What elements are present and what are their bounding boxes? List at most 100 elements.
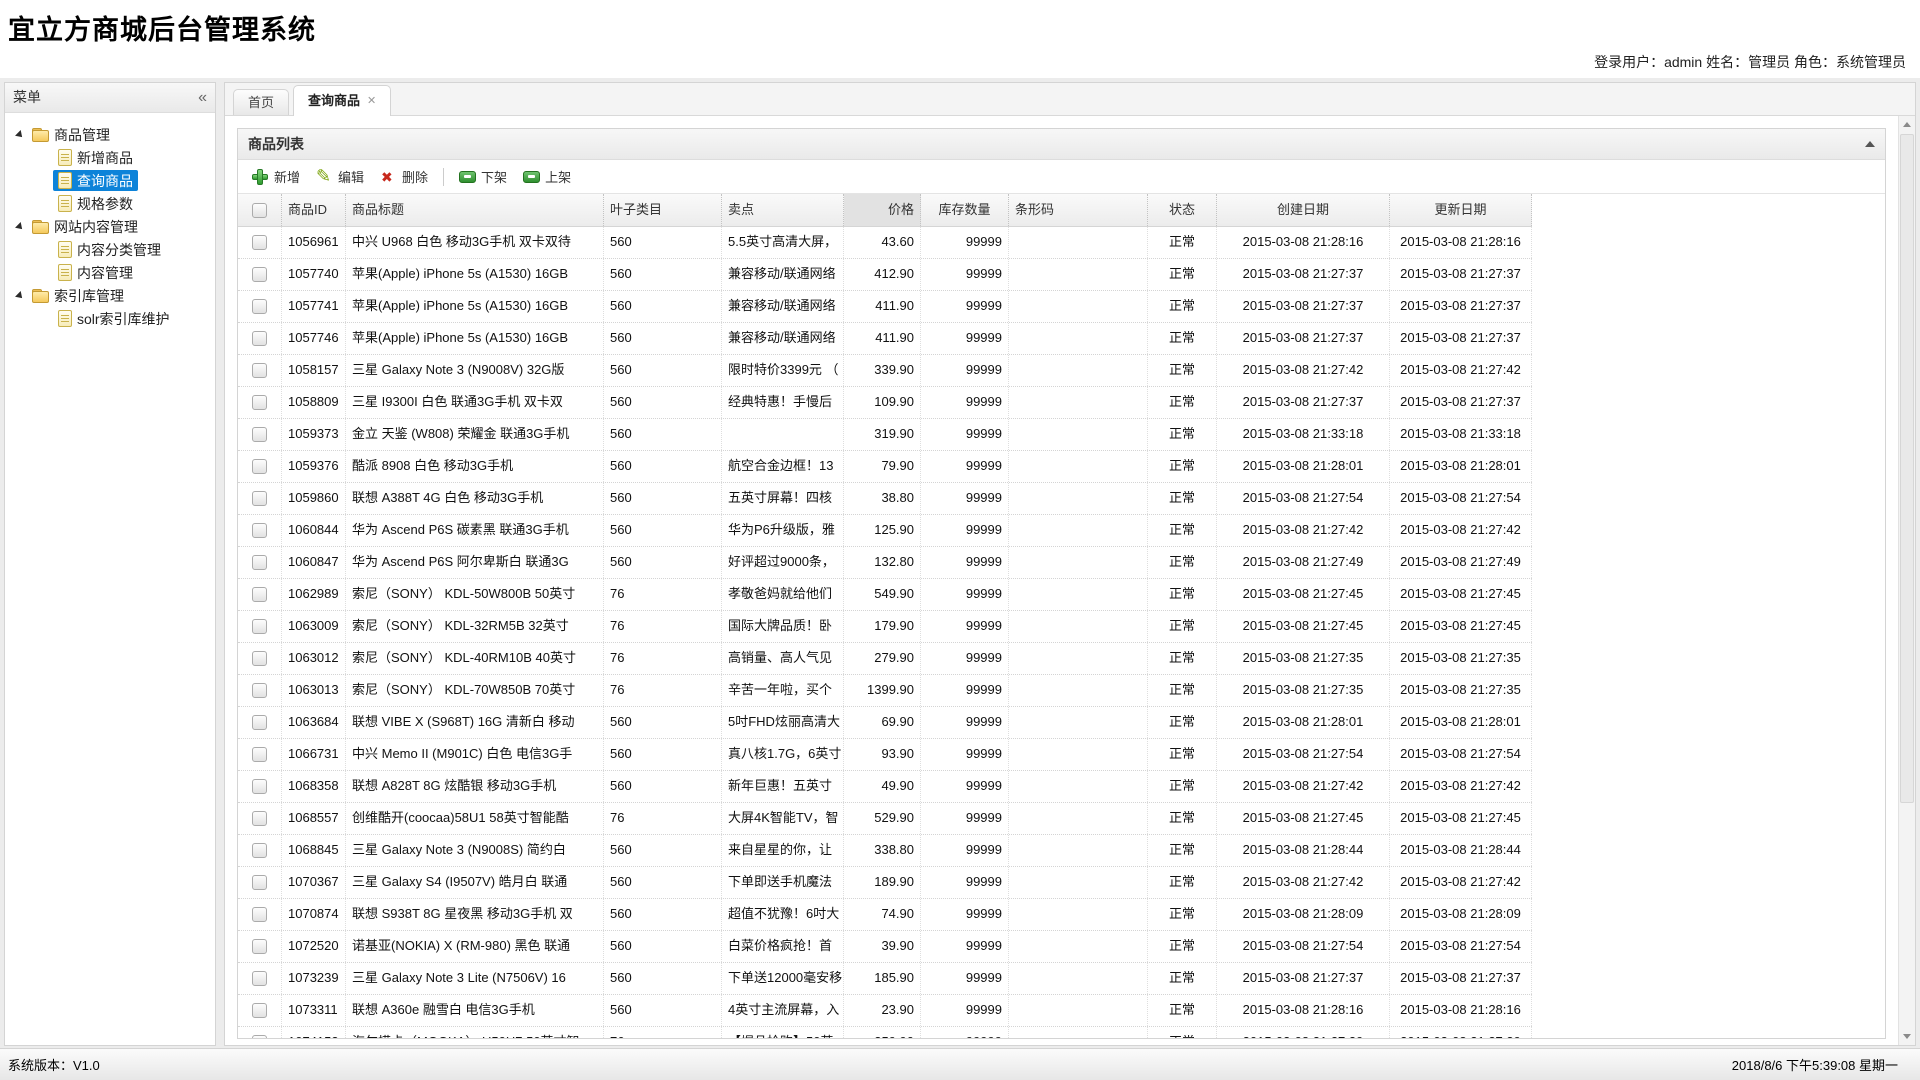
table-row[interactable]: 1068845三星 Galaxy Note 3 (N9008S) 简约白560来… [238,835,1532,867]
cell-stock: 99999 [921,931,1009,962]
edit-button[interactable]: 编辑 [308,164,372,189]
table-row[interactable]: 1057746苹果(Apple) iPhone 5s (A1530) 16GB5… [238,323,1532,355]
close-icon[interactable]: ✕ [367,96,376,107]
table-row[interactable]: 1056961中兴 U968 白色 移动3G手机 双卡双待5605.5英寸高清大… [238,227,1532,259]
scroll-down-button[interactable] [1899,1028,1915,1045]
system-version: 系统版本：V1.0 [8,1055,100,1074]
table-row[interactable]: 1059376酷派 8908 白色 移动3G手机560航空合金边框！1379.9… [238,451,1532,483]
table-row[interactable]: 1068358联想 A828T 8G 炫酷银 移动3G手机560新年巨惠！五英寸… [238,771,1532,803]
column-header-category[interactable]: 叶子类目 [604,194,722,226]
select-all-checkbox[interactable] [252,203,267,218]
row-checkbox[interactable] [252,747,267,762]
column-header-id[interactable]: 商品ID [282,194,346,226]
row-checkbox[interactable] [252,555,267,570]
scrollbar-thumb[interactable] [1900,134,1914,803]
row-checkbox[interactable] [252,619,267,634]
table-row[interactable]: 1057740苹果(Apple) iPhone 5s (A1530) 16GB5… [238,259,1532,291]
table-row[interactable]: 1059373金立 天鉴 (W808) 荣耀金 联通3G手机560319.909… [238,419,1532,451]
tree-node[interactable]: 网站内容管理 [13,215,213,238]
column-header-title[interactable]: 商品标题 [346,194,604,226]
delete-button[interactable]: 删除 [372,164,436,189]
row-checkbox[interactable] [252,235,267,250]
offline-button[interactable]: 下架 [451,164,515,189]
table-row[interactable]: 1072520诺基亚(NOKIA) X (RM-980) 黑色 联通560白菜价… [238,931,1532,963]
row-checkbox[interactable] [252,491,267,506]
table-row[interactable]: 1058157三星 Galaxy Note 3 (N9008V) 32G版560… [238,355,1532,387]
collapse-sidebar-icon[interactable]: « [198,83,207,112]
tree-expand-icon[interactable] [15,291,25,301]
row-checkbox[interactable] [252,331,267,346]
table-row[interactable]: 1062989索尼（SONY） KDL-50W800B 50英寸76孝敬爸妈就给… [238,579,1532,611]
tree-node[interactable]: 商品管理 [13,123,213,146]
tree-node[interactable]: 内容管理 [53,261,213,284]
table-row[interactable]: 1063013索尼（SONY） KDL-70W850B 70英寸76辛苦一年啦，… [238,675,1532,707]
row-checkbox[interactable] [252,875,267,890]
row-checkbox[interactable] [252,939,267,954]
scroll-up-button[interactable] [1899,116,1915,133]
table-row[interactable]: 1060847华为 Ascend P6S 阿尔卑斯白 联通3G560好评超过90… [238,547,1532,579]
column-header-price[interactable]: 价格 [844,194,921,226]
table-row[interactable]: 1066731中兴 Memo II (M901C) 白色 电信3G手560真八核… [238,739,1532,771]
cell-updated: 2015-03-08 21:27:37 [1390,291,1532,322]
table-row[interactable]: 1063009索尼（SONY） KDL-32RM5B 32英寸76国际大牌品质！… [238,611,1532,643]
row-checkbox[interactable] [252,1003,267,1018]
row-checkbox[interactable] [252,267,267,282]
row-checkbox[interactable] [252,1035,267,1038]
table-row[interactable]: 1070367三星 Galaxy S4 (I9507V) 皓月白 联通560下单… [238,867,1532,899]
table-row[interactable]: 1073239三星 Galaxy Note 3 Lite (N7506V) 16… [238,963,1532,995]
tree-node[interactable]: 索引库管理 [13,284,213,307]
row-checkbox[interactable] [252,395,267,410]
row-checkbox-cell [238,547,282,578]
tree-expand-icon[interactable] [15,130,25,140]
row-checkbox[interactable] [252,683,267,698]
column-header-select[interactable] [238,194,282,226]
row-checkbox[interactable] [252,843,267,858]
cell-sell-point: 超值不犹豫！6吋大 [722,899,844,930]
tree-node[interactable]: solr索引库维护 [53,307,213,330]
row-checkbox[interactable] [252,459,267,474]
add-button[interactable]: 新增 [244,164,308,189]
column-header-updated[interactable]: 更新日期 [1390,194,1532,226]
online-button[interactable]: 上架 [515,164,579,189]
collapse-panel-icon[interactable] [1865,141,1875,147]
table-row[interactable]: 1059860联想 A388T 4G 白色 移动3G手机560五英寸屏幕！四核3… [238,483,1532,515]
table-row[interactable]: 1073311联想 A360e 融雪白 电信3G手机5604英寸主流屏幕，入23… [238,995,1532,1027]
table-row[interactable]: 1074153海尔模卡（MOOKA） U50H7 50英寸智76【爆品抢购】50… [238,1027,1532,1038]
row-checkbox[interactable] [252,971,267,986]
row-checkbox[interactable] [252,299,267,314]
tree-expand-icon[interactable] [15,222,25,232]
row-checkbox[interactable] [252,587,267,602]
row-checkbox[interactable] [252,363,267,378]
tree-node[interactable]: 规格参数 [53,192,213,215]
column-header-created[interactable]: 创建日期 [1217,194,1390,226]
table-row[interactable]: 1057741苹果(Apple) iPhone 5s (A1530) 16GB5… [238,291,1532,323]
table-row[interactable]: 1058809三星 I9300I 白色 联通3G手机 双卡双560经典特惠！手慢… [238,387,1532,419]
column-header-stock[interactable]: 库存数量 [921,194,1009,226]
tree-node[interactable]: 内容分类管理 [53,238,213,261]
tree-node[interactable]: 新增商品 [53,146,213,169]
table-row[interactable]: 1063012索尼（SONY） KDL-40RM10B 40英寸76高销量、高人… [238,643,1532,675]
button-label: 上架 [545,167,571,186]
vertical-scrollbar[interactable] [1898,116,1915,1045]
column-header-status[interactable]: 状态 [1148,194,1217,226]
table-row[interactable]: 1070874联想 S938T 8G 星夜黑 移动3G手机 双560超值不犹豫！… [238,899,1532,931]
row-checkbox[interactable] [252,779,267,794]
row-checkbox[interactable] [252,651,267,666]
tab-home[interactable]: 首页 [233,89,289,115]
row-checkbox[interactable] [252,523,267,538]
table-row[interactable]: 1068557创维酷开(coocaa)58U1 58英寸智能酷76大屏4K智能T… [238,803,1532,835]
row-checkbox-cell [238,483,282,514]
row-checkbox[interactable] [252,907,267,922]
cell-sell-point: 兼容移动/联通网络 [722,291,844,322]
row-checkbox[interactable] [252,427,267,442]
table-row[interactable]: 1063684联想 VIBE X (S968T) 16G 清新白 移动5605吋… [238,707,1532,739]
column-header-sell-point[interactable]: 卖点 [722,194,844,226]
tab-active[interactable]: 查询商品✕ [293,85,391,116]
row-checkbox[interactable] [252,811,267,826]
column-header-barcode[interactable]: 条形码 [1009,194,1148,226]
cell-created: 2015-03-08 21:28:09 [1217,899,1390,930]
tree-node[interactable]: 查询商品 [53,169,213,192]
cell-price: 549.90 [844,579,921,610]
row-checkbox[interactable] [252,715,267,730]
table-row[interactable]: 1060844华为 Ascend P6S 碳素黑 联通3G手机560华为P6升级… [238,515,1532,547]
